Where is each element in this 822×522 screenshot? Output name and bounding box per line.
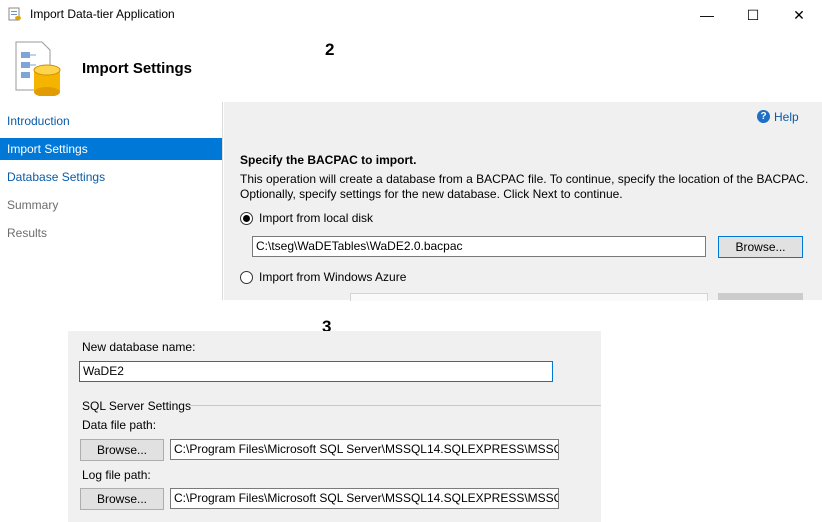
nav-item-introduction[interactable]: Introduction — [0, 110, 222, 132]
local-disk-label: Import from local disk — [259, 211, 374, 225]
section-description: This operation will create a database fr… — [240, 172, 809, 201]
app-icon — [8, 7, 21, 21]
nav-item-results: Results — [7, 226, 48, 240]
maximize-button[interactable]: ☐ — [730, 0, 776, 30]
log-file-path-label: Log file path: — [82, 468, 151, 482]
data-file-browse-button[interactable]: Browse... — [80, 439, 164, 461]
page-title: Import Settings — [82, 60, 193, 77]
nav-item-import-settings[interactable]: Import Settings — [0, 138, 222, 160]
help-link[interactable]: Help — [774, 110, 799, 124]
windows-azure-radio[interactable] — [240, 271, 253, 284]
nav-item-summary: Summary — [7, 198, 59, 212]
close-button[interactable]: ✕ — [776, 0, 822, 30]
section-title: Specify the BACPAC to import. — [240, 153, 417, 167]
bacpac-path-input[interactable]: C:\tseg\WaDETables\WaDE2.0.bacpac — [252, 236, 706, 257]
windows-azure-label: Import from Windows Azure — [259, 270, 407, 284]
data-file-path-label: Data file path: — [82, 418, 157, 432]
group-divider — [190, 405, 601, 406]
minimize-button[interactable]: — — [684, 0, 730, 30]
azure-connect-button-partial — [718, 293, 803, 300]
nav-item-database-settings[interactable]: Database Settings — [0, 166, 222, 188]
azure-storage-input-partial — [350, 293, 708, 301]
step-number-2: 2 — [325, 40, 335, 59]
log-file-browse-button[interactable]: Browse... — [80, 488, 164, 510]
window-title: Import Data-tier Application — [30, 7, 175, 21]
data-file-path-input[interactable]: C:\Program Files\Microsoft SQL Server\MS… — [170, 439, 559, 460]
sql-server-settings-group-label: SQL Server Settings — [82, 399, 191, 413]
help-icon[interactable]: ? — [757, 110, 770, 123]
log-file-path-input[interactable]: C:\Program Files\Microsoft SQL Server\MS… — [170, 488, 559, 509]
browse-bacpac-button[interactable]: Browse... — [718, 236, 803, 258]
local-disk-radio[interactable] — [240, 212, 253, 225]
new-database-name-label: New database name: — [82, 340, 196, 354]
database-import-icon — [15, 41, 61, 96]
new-database-name-input[interactable]: WaDE2 — [79, 361, 553, 382]
